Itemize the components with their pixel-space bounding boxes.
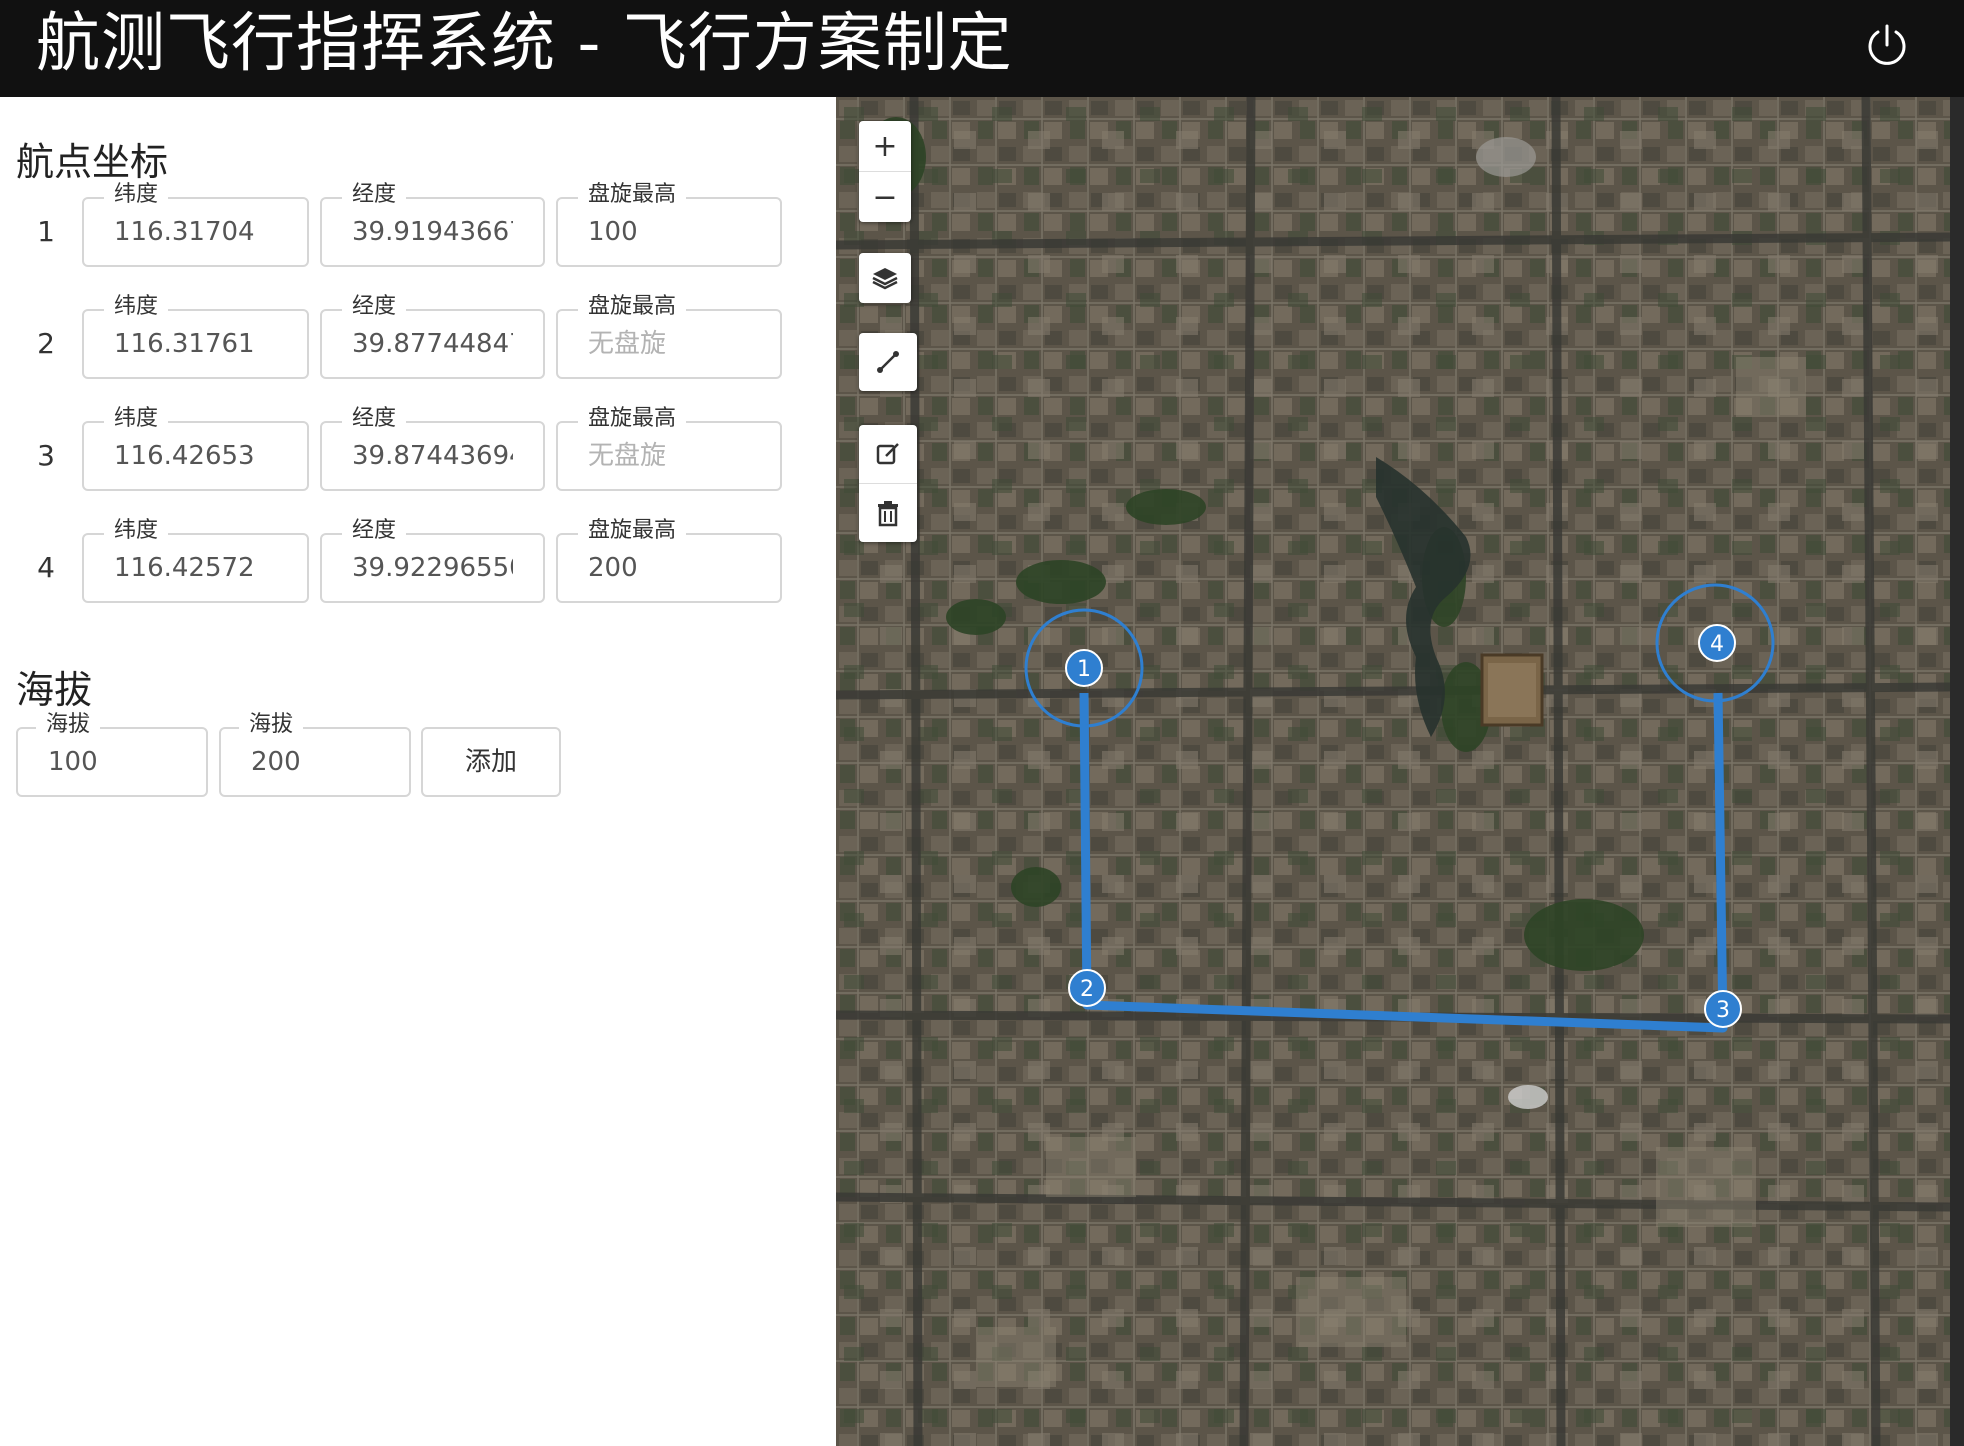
latitude-field: 纬度 — [82, 516, 309, 603]
waypoint-marker[interactable]: 4 — [1698, 624, 1736, 662]
altitude-input[interactable] — [221, 729, 409, 795]
hover-max-input[interactable] — [558, 311, 780, 377]
add-button[interactable]: 添加 — [421, 727, 561, 797]
hover-max-input[interactable] — [558, 199, 780, 265]
latitude-field: 纬度 — [82, 404, 309, 491]
longitude-input[interactable] — [322, 311, 543, 377]
longitude-field: 经度 — [320, 180, 545, 267]
longitude-input[interactable] — [322, 199, 543, 265]
waypoint-marker[interactable]: 3 — [1704, 990, 1742, 1028]
layers-icon[interactable] — [859, 253, 911, 303]
latitude-input[interactable] — [84, 199, 307, 265]
window-edge — [1950, 97, 1964, 1446]
latitude-field: 纬度 — [82, 180, 309, 267]
hover-max-field: 盘旋最高 — [556, 516, 782, 603]
edit-icon[interactable] — [859, 425, 917, 483]
hover-max-field: 盘旋最高 — [556, 404, 782, 491]
layers-control — [859, 253, 911, 303]
altitude-title: 海拔 — [16, 668, 93, 712]
latitude-field: 纬度 — [82, 292, 309, 379]
altitude-field: 海拔 — [16, 710, 208, 797]
hover-max-input[interactable] — [558, 535, 780, 601]
longitude-input[interactable] — [322, 535, 543, 601]
longitude-field: 经度 — [320, 516, 545, 603]
left-panel: 航点坐标 1 纬度 经度 盘旋最高 2 纬度 经度 盘旋最高 3 纬度 经度 盘… — [0, 97, 836, 1446]
measure-control — [859, 333, 917, 391]
waypoint-marker[interactable]: 1 — [1065, 649, 1103, 687]
hover-max-input[interactable] — [558, 423, 780, 489]
satellite-map[interactable]: + − 1 2 3 4 — [836, 97, 1950, 1446]
zoom-in-button[interactable]: + — [859, 121, 911, 171]
longitude-field: 经度 — [320, 292, 545, 379]
latitude-input[interactable] — [84, 311, 307, 377]
waypoint-row-number: 2 — [37, 327, 55, 360]
hover-max-field: 盘旋最高 — [556, 292, 782, 379]
waypoint-row-number: 3 — [37, 439, 55, 472]
measure-line-icon[interactable] — [859, 333, 917, 391]
zoom-control: + − — [859, 121, 911, 222]
waypoint-row-number: 4 — [37, 551, 55, 584]
altitude-field: 海拔 — [219, 710, 411, 797]
trash-icon[interactable] — [859, 483, 917, 542]
app-header: 航测飞行指挥系统 - 飞行方案制定 — [0, 0, 1964, 97]
waypoints-title: 航点坐标 — [16, 140, 169, 184]
draw-control — [859, 425, 917, 542]
waypoint-marker[interactable]: 2 — [1068, 969, 1106, 1007]
zoom-out-button[interactable]: − — [859, 171, 911, 222]
longitude-input[interactable] — [322, 423, 543, 489]
altitude-input[interactable] — [18, 729, 206, 795]
hover-max-field: 盘旋最高 — [556, 180, 782, 267]
latitude-input[interactable] — [84, 535, 307, 601]
power-icon[interactable] — [1862, 20, 1912, 70]
app-title: 航测飞行指挥系统 - 飞行方案制定 — [36, 7, 1013, 81]
latitude-input[interactable] — [84, 423, 307, 489]
longitude-field: 经度 — [320, 404, 545, 491]
satellite-imagery — [836, 97, 1950, 1446]
waypoint-row-number: 1 — [37, 215, 55, 248]
